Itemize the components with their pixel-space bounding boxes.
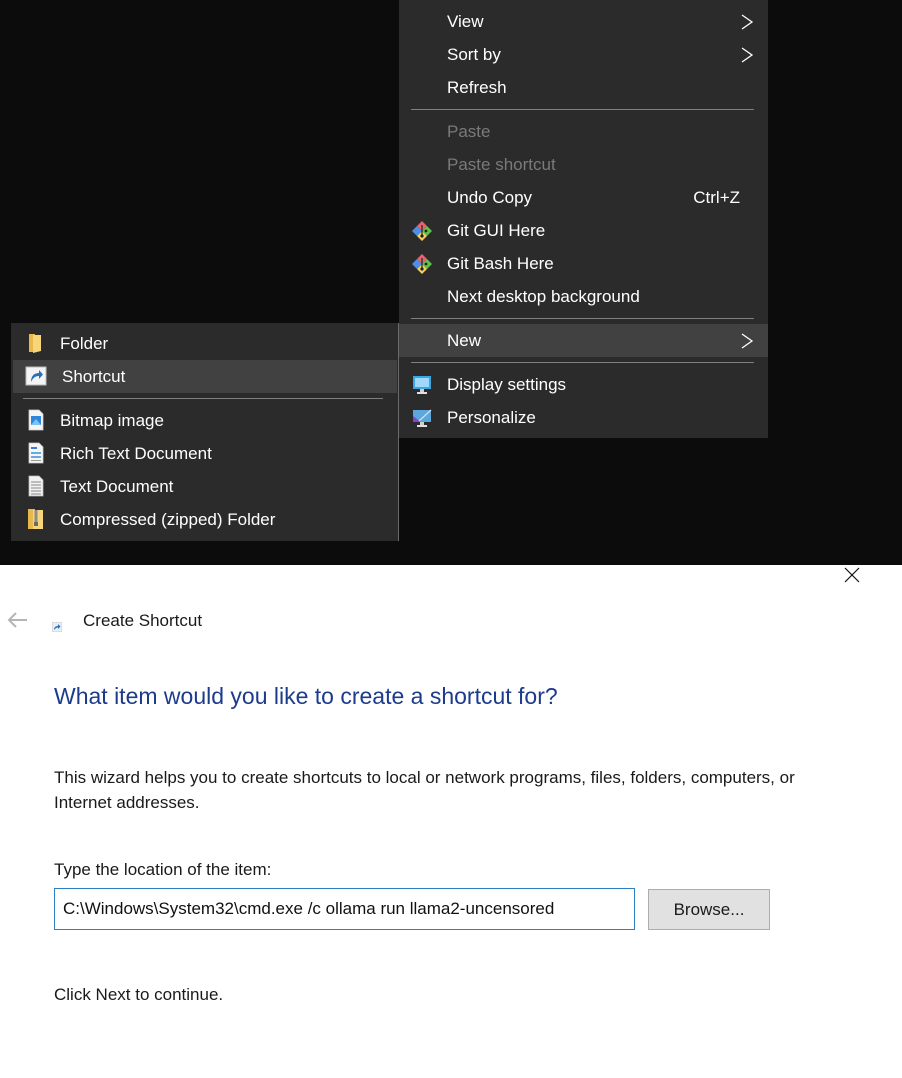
menu-item-personalize[interactable]: Personalize xyxy=(399,401,768,434)
submenu-item-folder[interactable]: Folder xyxy=(11,327,398,360)
chevron-right-icon xyxy=(741,47,754,63)
chevron-right-icon xyxy=(741,333,754,349)
close-icon[interactable] xyxy=(836,565,866,585)
rich-text-icon xyxy=(28,442,44,464)
continue-instruction: Click Next to continue. xyxy=(54,985,224,1004)
menu-separator xyxy=(411,109,754,110)
zip-folder-icon xyxy=(28,509,43,529)
menu-item-git-gui-here[interactable]: Git GUI Here xyxy=(399,214,768,247)
menu-separator xyxy=(23,398,383,399)
menu-item-refresh[interactable]: Refresh xyxy=(399,71,768,104)
location-label: Type the location of the item: xyxy=(54,860,272,879)
text-document-icon xyxy=(28,475,44,497)
new-submenu: Folder Shortcut Bitmap image Rich Text D… xyxy=(11,323,399,541)
chevron-right-icon xyxy=(741,14,754,30)
shortcut-icon xyxy=(52,622,62,632)
menu-item-undo-copy[interactable]: Undo Copy Ctrl+Z xyxy=(399,181,768,214)
browse-button[interactable]: Browse... xyxy=(648,889,770,930)
menu-separator xyxy=(411,318,754,319)
menu-item-new[interactable]: New xyxy=(399,324,768,357)
wizard-title: Create Shortcut xyxy=(83,611,203,630)
shortcut-icon xyxy=(25,366,47,386)
submenu-item-compressed-folder[interactable]: Compressed (zipped) Folder xyxy=(11,503,398,536)
menu-item-sort-by[interactable]: Sort by xyxy=(399,38,768,71)
menu-item-git-bash-here[interactable]: Git Bash Here xyxy=(399,247,768,280)
submenu-item-rich-text-document[interactable]: Rich Text Document xyxy=(11,437,398,470)
wizard-description: This wizard helps you to create shortcut… xyxy=(54,768,795,812)
menu-item-display-settings[interactable]: Display settings xyxy=(399,368,768,401)
accelerator-label: Ctrl+Z xyxy=(693,188,740,207)
menu-item-paste-shortcut: Paste shortcut xyxy=(447,155,556,174)
folder-icon xyxy=(29,334,41,353)
desktop-context-menu: View Sort by Refresh Paste Paste shortcu… xyxy=(399,0,768,438)
menu-item-next-desktop-background[interactable]: Next desktop background xyxy=(399,280,768,313)
menu-separator xyxy=(411,362,754,363)
git-bash-icon xyxy=(412,254,432,274)
personalize-icon xyxy=(413,409,432,427)
submenu-item-shortcut[interactable]: Shortcut xyxy=(13,360,397,393)
git-gui-icon xyxy=(412,221,432,241)
display-settings-icon xyxy=(413,376,431,394)
bitmap-icon xyxy=(28,409,44,431)
menu-item-view[interactable]: View xyxy=(399,5,768,38)
create-shortcut-wizard: Create Shortcut What item would you like… xyxy=(0,565,902,1078)
submenu-item-bitmap-image[interactable]: Bitmap image xyxy=(11,404,398,437)
location-input[interactable] xyxy=(54,888,635,930)
submenu-item-text-document[interactable]: Text Document xyxy=(11,470,398,503)
menu-item-paste: Paste xyxy=(447,122,491,141)
wizard-heading: What item would you like to create a sho… xyxy=(54,683,558,709)
back-arrow-icon[interactable] xyxy=(6,610,30,630)
